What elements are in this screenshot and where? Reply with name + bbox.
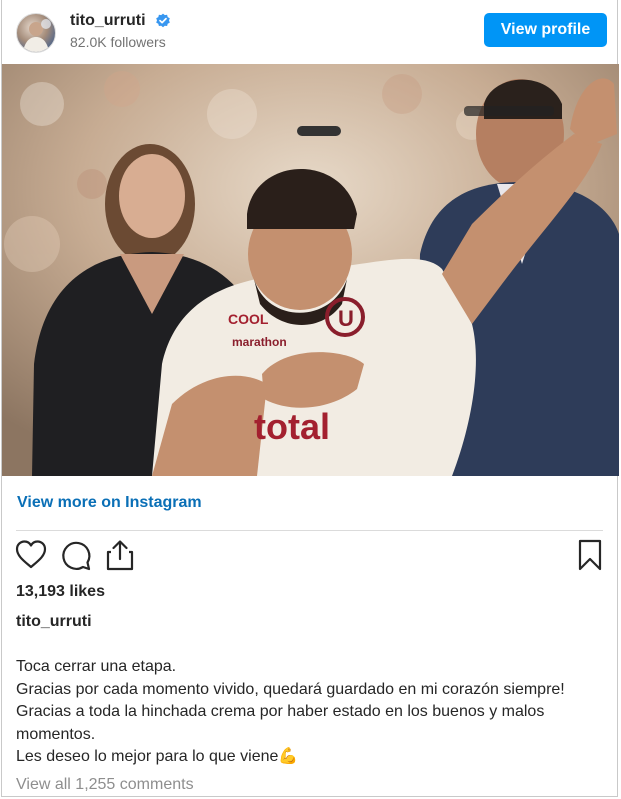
follower-count: 82.0K followers (70, 34, 166, 50)
view-all-comments-link[interactable]: View all 1,255 comments (16, 776, 194, 794)
verified-badge-icon (155, 13, 171, 29)
caption-line-last: Les deseo lo mejor para lo que viene💪 (16, 746, 611, 769)
instagram-embed-card: tito_urruti 82.0K followers View profile (1, 0, 619, 797)
caption-line: momentos. (16, 725, 96, 743)
flexed-biceps-icon: 💪 (278, 748, 299, 765)
caption-line: Toca cerrar una etapa. (16, 658, 177, 675)
sponsor-cool-text: COOL (228, 311, 269, 327)
share-icon[interactable] (103, 538, 137, 572)
comment-icon[interactable] (59, 538, 93, 572)
profile-username[interactable]: tito_urruti (70, 12, 146, 30)
view-more-instagram-link[interactable]: View more on Instagram (17, 494, 202, 512)
sponsor-total-text: total (254, 406, 330, 447)
heart-icon[interactable] (14, 538, 48, 572)
sponsor-marathon-text: marathon (232, 335, 287, 349)
post-caption: Toca cerrar una etapa. Gracias por cada … (16, 656, 611, 769)
view-profile-button[interactable]: View profile (484, 13, 607, 47)
svg-text:U: U (338, 306, 354, 331)
caption-username[interactable]: tito_urruti (16, 613, 92, 631)
post-photo[interactable]: U COOL marathon total (2, 64, 619, 476)
caption-line: Gracias a toda la hinchada crema por hab… (16, 703, 545, 720)
action-bar (2, 538, 617, 576)
bookmark-icon[interactable] (573, 538, 607, 572)
caption-line: Les deseo lo mejor para lo que viene (16, 748, 279, 765)
profile-avatar[interactable] (16, 13, 56, 53)
like-count[interactable]: 13,193 likes (16, 583, 105, 601)
caption-line: Gracias por cada momento vivido, quedará… (16, 680, 565, 698)
post-header: tito_urruti 82.0K followers View profile (2, 0, 617, 64)
divider (16, 530, 603, 531)
